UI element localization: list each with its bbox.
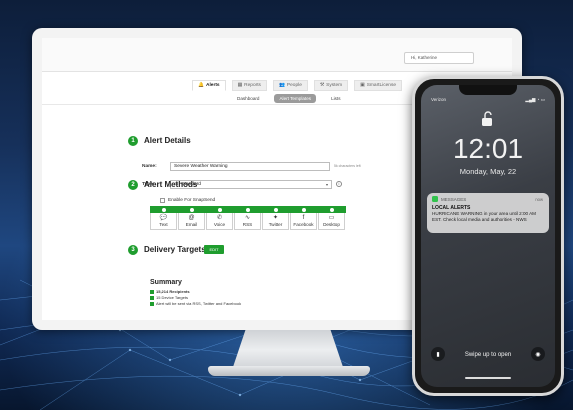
method-label: Desktop — [323, 222, 340, 227]
name-label: Name: — [142, 164, 157, 169]
method-toggle-twitter[interactable] — [274, 207, 278, 212]
status-icons: ▂▄▆ ◔ ▭ — [525, 97, 545, 102]
method-voice[interactable]: ✆ Voice — [206, 213, 233, 230]
name-input[interactable]: Severe Weather Warning — [170, 162, 330, 171]
step-2-badge: 2 — [128, 180, 138, 190]
lock-screen-date: Monday, May, 22 — [459, 167, 517, 176]
chat-icon: 💬 — [159, 215, 168, 221]
nav-label: System — [326, 83, 343, 88]
email-icon: @ — [188, 215, 195, 221]
home-indicator[interactable] — [465, 377, 511, 379]
nav-label: People — [286, 83, 302, 88]
tools-icon: ⚒ — [319, 83, 325, 88]
nav-item-people[interactable]: 👥 People — [272, 80, 308, 91]
notification-app: MESSAGES — [432, 196, 544, 202]
summary-line-1: 15,214 Recipients — [156, 289, 190, 294]
phone-notch — [459, 85, 517, 95]
method-desktop[interactable]: ▭ Desktop — [318, 213, 345, 230]
method-label: Email — [185, 222, 198, 227]
snapsend-label: Enable For SnapSend — [168, 198, 216, 203]
nav-item-reports[interactable]: ▦ Reports — [231, 80, 267, 91]
camera-icon[interactable]: ◉ — [531, 347, 545, 361]
method-text[interactable]: 💬 Text — [150, 213, 177, 230]
monitor-stand-base — [208, 366, 370, 376]
method-label: Text — [159, 222, 168, 227]
method-label: Twitter — [268, 222, 283, 227]
summary-devices: 15 Device Targets — [150, 295, 188, 300]
chart-icon: ▦ — [237, 83, 243, 88]
summary-channels: Alert will be sent via RSS, Twitter and … — [150, 301, 241, 306]
lock-screen-time: 12:01 — [452, 133, 524, 164]
notification-app-name: MESSAGES — [441, 196, 467, 202]
method-toggle-voice[interactable] — [218, 207, 222, 212]
facebook-icon: f — [302, 215, 305, 221]
name-hint: 5k characters left — [334, 164, 361, 168]
nav-label: Reports — [244, 83, 261, 88]
snapsend-checkbox[interactable] — [160, 198, 165, 203]
method-rss[interactable]: ∿ RSS — [234, 213, 261, 230]
chevron-down-icon: ▾ — [325, 182, 328, 187]
summary-line-3: Alert will be sent via RSS, Twitter and … — [156, 301, 242, 306]
unlock-icon — [482, 111, 492, 126]
nav-label: SmartLicense — [366, 83, 397, 88]
sub-nav: Dashboard Alert Templates Lists — [232, 94, 346, 103]
method-label: RSS — [242, 222, 253, 227]
step-3-badge: 3 — [128, 245, 138, 255]
notification-body: HURRICANE WARNING in your area until 2:0… — [432, 211, 536, 222]
alert-methods-title: Alert Methods — [144, 180, 198, 189]
subnav-dashboard[interactable]: Dashboard — [232, 94, 264, 103]
notification-time: now — [535, 197, 543, 202]
summary-title: Summary — [150, 279, 182, 286]
subnav-lists[interactable]: Lists — [326, 94, 345, 103]
nav-label: Alerts — [205, 83, 220, 88]
snapsend-option[interactable]: Enable For SnapSend — [160, 198, 215, 203]
method-toggle-email[interactable] — [190, 207, 194, 212]
twitter-icon: ✦ — [272, 215, 279, 221]
summary-line-2: 15 Device Targets — [156, 295, 188, 300]
info-icon[interactable]: i — [336, 181, 342, 187]
alert-notification[interactable]: MESSAGES now LOCAL ALERTS HURRICANE WARN… — [427, 193, 549, 233]
delivery-targets-title: Delivery Targets — [144, 245, 206, 254]
nav-item-alerts[interactable]: 🔔 Alerts — [192, 80, 226, 91]
method-twitter[interactable]: ✦ Twitter — [262, 213, 289, 230]
subnav-alert-templates[interactable]: Alert Templates — [274, 94, 317, 103]
summary-recipients: 15,214 Recipients — [150, 289, 190, 294]
check-icon — [150, 289, 154, 294]
bell-icon: 🔔 — [198, 83, 204, 88]
people-icon: 👥 — [278, 83, 285, 88]
check-icon — [150, 295, 154, 300]
method-email[interactable]: @ Email — [178, 213, 205, 230]
method-facebook[interactable]: f Facebook — [290, 213, 317, 230]
rss-icon: ∿ — [244, 215, 251, 221]
phone-icon: ✆ — [216, 215, 223, 221]
phone-lock-screen: Verizon ▂▄▆ ◔ ▭ 12:01 Monday, May, 22 ME… — [421, 85, 555, 387]
license-icon: ▣ — [360, 83, 365, 88]
main-nav: 🔔 Alerts ▦ Reports 👥 People ⚒ System ▣ SmartLicen… — [192, 80, 403, 91]
method-toggle-text[interactable] — [162, 207, 166, 212]
method-toggle-rss[interactable] — [246, 207, 250, 212]
nav-item-system[interactable]: ⚒ System — [313, 80, 349, 91]
carrier-label: Verizon — [431, 97, 447, 102]
desktop-icon: ▭ — [328, 215, 335, 221]
check-icon — [150, 301, 154, 306]
alert-methods-grid: 💬 Text @ Email ✆ Voice ∿ RSS ✦ Twitter f Facebook ▭ D… — [150, 206, 346, 234]
smartphone: Verizon ▂▄▆ ◔ ▭ 12:01 Monday, May, 22 ME… — [412, 76, 564, 396]
user-menu[interactable]: Hi, Katherine — [404, 52, 474, 64]
app-header: Hi, Katherine — [42, 38, 512, 72]
messages-icon — [432, 196, 438, 202]
monitor-stand-neck — [232, 330, 344, 370]
edit-targets-button[interactable]: EDIT — [204, 245, 224, 254]
alert-details-title: Alert Details — [144, 136, 191, 145]
method-label: Voice — [213, 222, 226, 227]
step-1-badge: 1 — [128, 136, 138, 146]
method-toggle-facebook[interactable] — [302, 207, 306, 212]
nav-item-smartlicense[interactable]: ▣ SmartLicense — [354, 80, 403, 91]
method-toggle-desktop[interactable] — [330, 207, 334, 212]
method-label: Facebook — [293, 222, 314, 227]
